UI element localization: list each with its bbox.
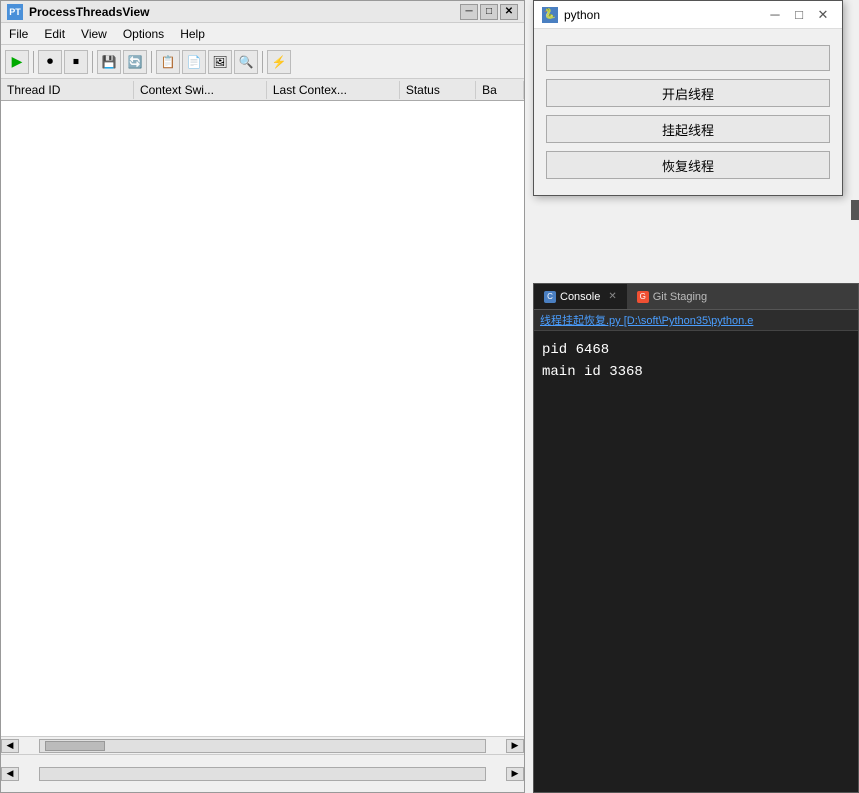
console-panel: C Console ✕ G Git Staging 线程挂起恢复.py [D:\… <box>533 283 859 793</box>
toolbar-sep2 <box>92 51 93 73</box>
scroll-left-btn[interactable]: ◀ <box>1 739 19 753</box>
toolbar-sep1 <box>33 51 34 73</box>
console-tab-icon: C <box>544 291 556 303</box>
python-close-btn[interactable]: ✕ <box>812 4 834 26</box>
bottom-scroll-right-btn[interactable]: ▶ <box>506 767 524 781</box>
toolbar-filter-btn[interactable]: 🔍 <box>234 50 258 74</box>
python-window-title: python <box>564 8 758 22</box>
toolbar-stop-btn[interactable]: ⏹ <box>64 50 88 74</box>
python-minimize-btn[interactable]: ─ <box>764 4 786 26</box>
right-edge-indicator <box>851 200 859 220</box>
toolbar-copy-btn[interactable]: 📋 <box>156 50 180 74</box>
col-header-context-sw[interactable]: Context Swi... <box>134 81 267 99</box>
process-window-titlebar: PT ProcessThreadsView ─ □ ✕ <box>1 1 524 23</box>
toolbar-sep4 <box>262 51 263 73</box>
python-dialog-body: 开启线程 挂起线程 恢复线程 <box>534 29 842 195</box>
python-window-icon: 🐍 <box>542 7 558 23</box>
toolbar-play-btn[interactable]: ▶ <box>5 50 29 74</box>
process-threads-window: PT ProcessThreadsView ─ □ ✕ File Edit Vi… <box>0 0 525 793</box>
console-tab-close[interactable]: ✕ <box>608 291 616 302</box>
toolbar-screenshot-btn[interactable]: 🖼 <box>208 50 232 74</box>
tab-console[interactable]: C Console ✕ <box>534 284 627 309</box>
h-scrollbar-area: ◀ ▶ <box>1 736 524 754</box>
bottom-panel: ◀ ▶ <box>1 754 524 792</box>
process-menubar: File Edit View Options Help <box>1 23 524 45</box>
python-titlebar: 🐍 python ─ □ ✕ <box>534 1 842 29</box>
python-dialog-window: 🐍 python ─ □ ✕ 开启线程 挂起线程 恢复线程 <box>533 0 843 196</box>
scroll-right-btn[interactable]: ▶ <box>506 739 524 753</box>
process-window-controls: ─ □ ✕ <box>460 4 518 20</box>
h-scrollbar-track[interactable] <box>39 739 486 753</box>
resume-thread-btn[interactable]: 恢复线程 <box>546 151 830 179</box>
process-minimize-btn[interactable]: ─ <box>460 4 478 20</box>
h-scroll-thumb[interactable] <box>45 741 105 751</box>
tab-git-staging[interactable]: G Git Staging <box>627 284 717 309</box>
bottom-scroll-left-btn[interactable]: ◀ <box>1 767 19 781</box>
menu-view[interactable]: View <box>73 25 115 43</box>
process-window-title: ProcessThreadsView <box>29 5 454 19</box>
git-tab-label: Git Staging <box>653 291 707 303</box>
console-tab-label: Console <box>560 291 600 303</box>
col-header-thread-id[interactable]: Thread ID <box>1 81 134 99</box>
menu-file[interactable]: File <box>1 25 36 43</box>
process-toolbar: ▶ ⏺ ⏹ 💾 🔄 📋 📄 🖼 🔍 ⚡ <box>1 45 524 79</box>
process-close-btn[interactable]: ✕ <box>500 4 518 20</box>
toolbar-sep3 <box>151 51 152 73</box>
toolbar-copy2-btn[interactable]: 📄 <box>182 50 206 74</box>
menu-options[interactable]: Options <box>115 25 172 43</box>
table-header: Thread ID Context Swi... Last Contex... … <box>1 79 524 101</box>
start-thread-btn[interactable]: 开启线程 <box>546 79 830 107</box>
console-output: pid 6468 main id 3368 <box>534 331 858 792</box>
console-line-1: pid 6468 <box>542 339 850 361</box>
python-text-input[interactable] <box>546 45 830 71</box>
col-header-last-context[interactable]: Last Contex... <box>267 81 400 99</box>
menu-edit[interactable]: Edit <box>36 25 73 43</box>
bottom-h-scrollbar[interactable] <box>39 767 486 781</box>
git-tab-icon: G <box>637 291 649 303</box>
col-header-status[interactable]: Status <box>400 81 476 99</box>
python-maximize-btn[interactable]: □ <box>788 4 810 26</box>
toolbar-record-btn[interactable]: ⏺ <box>38 50 62 74</box>
process-maximize-btn[interactable]: □ <box>480 4 498 20</box>
console-file-link[interactable]: 线程挂起恢复.py [D:\soft\Python35\python.e <box>534 310 858 331</box>
toolbar-save-btn[interactable]: 💾 <box>97 50 121 74</box>
menu-help[interactable]: Help <box>172 25 213 43</box>
table-body <box>1 101 524 736</box>
toolbar-refresh-btn[interactable]: 🔄 <box>123 50 147 74</box>
console-tabbar: C Console ✕ G Git Staging <box>534 284 858 310</box>
process-window-icon: PT <box>7 4 23 20</box>
col-header-ba[interactable]: Ba <box>476 81 524 99</box>
console-line-2: main id 3368 <box>542 361 850 383</box>
toolbar-plugin-btn[interactable]: ⚡ <box>267 50 291 74</box>
python-titlebar-controls: ─ □ ✕ <box>764 4 834 26</box>
suspend-thread-btn[interactable]: 挂起线程 <box>546 115 830 143</box>
